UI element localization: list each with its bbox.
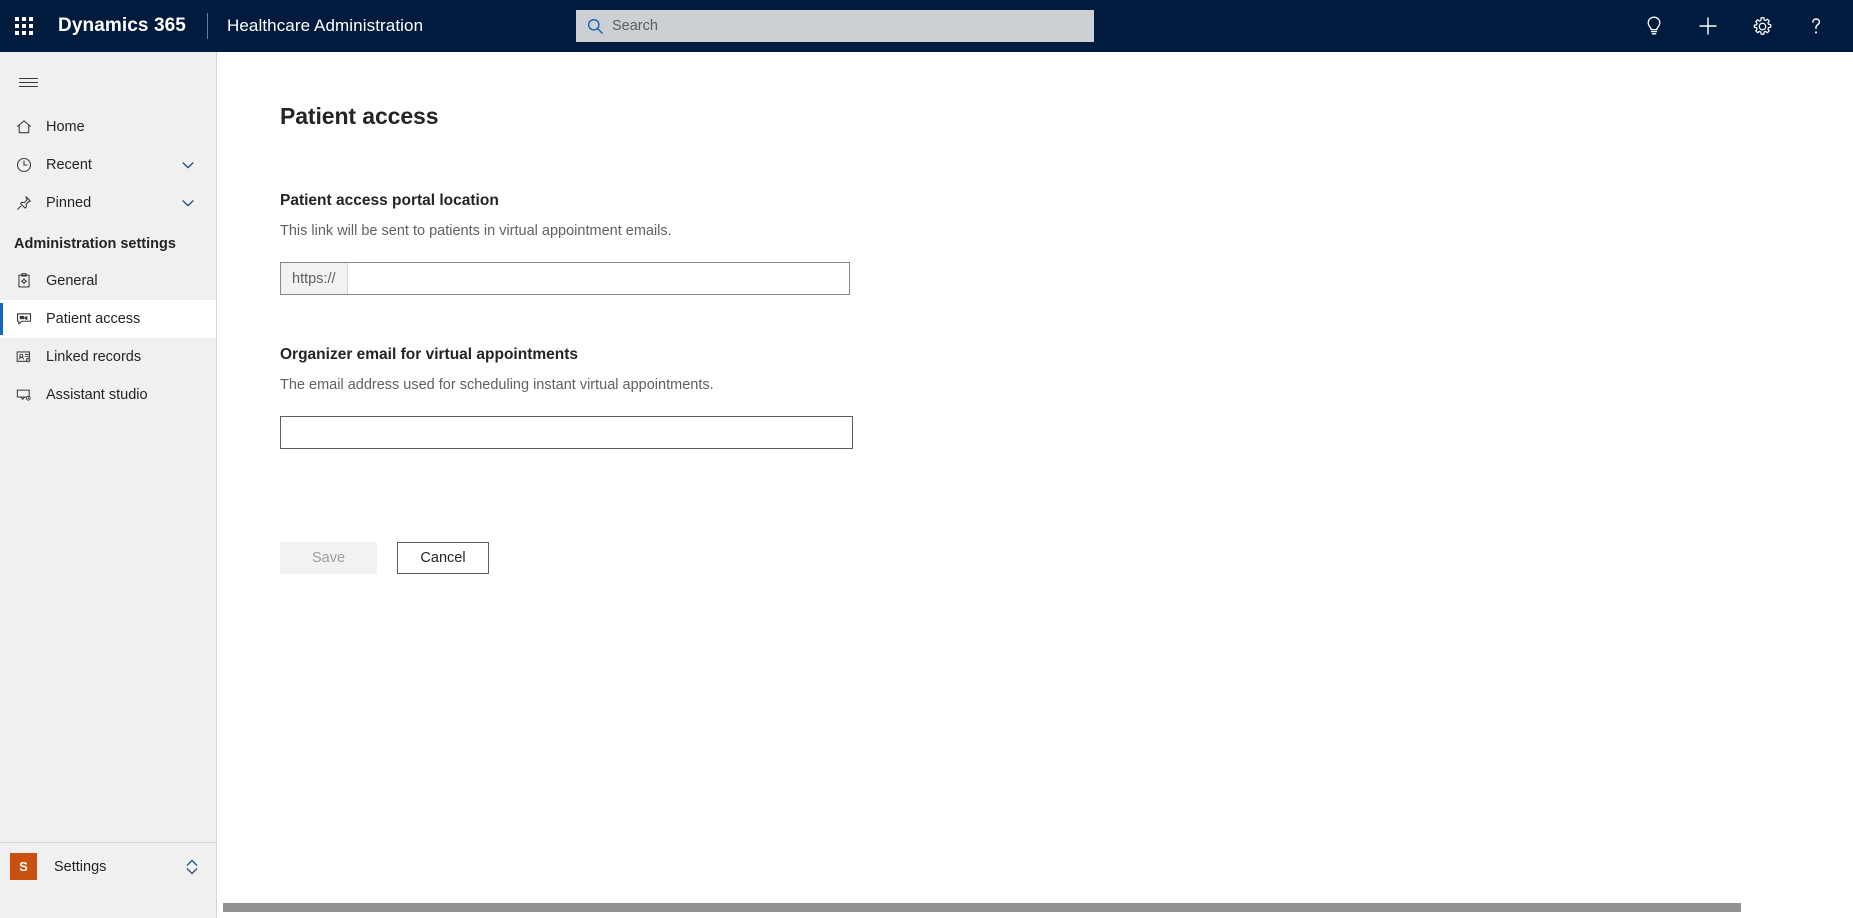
nav-group-title: Administration settings — [14, 236, 176, 252]
sidebar-item-patient-access[interactable]: Patient access — [0, 300, 216, 338]
sidebar-item-label: Linked records — [46, 349, 142, 365]
hamburger-menu-button[interactable] — [4, 60, 52, 104]
lightbulb-icon[interactable] — [1627, 0, 1681, 52]
chevron-down-icon[interactable] — [180, 157, 196, 173]
sidebar-footer-spacer — [0, 890, 217, 918]
chevron-down-icon[interactable] — [180, 195, 196, 211]
nav-primary-list: Home Recent Pinned — [0, 108, 216, 222]
waffle-icon — [15, 17, 33, 35]
home-icon — [14, 117, 34, 137]
plus-icon[interactable] — [1681, 0, 1735, 52]
organizer-email-input[interactable] — [280, 416, 853, 449]
pin-icon — [14, 193, 34, 213]
sidebar-item-general[interactable]: General — [0, 262, 216, 300]
page-title: Patient access — [280, 103, 439, 129]
settings-area-switcher[interactable]: S Settings — [0, 842, 216, 890]
save-button[interactable]: Save — [280, 542, 377, 574]
sidebar-item-label: Pinned — [46, 195, 92, 211]
form-actions: Save Cancel — [280, 542, 1853, 574]
section-patient-access-portal: Patient access portal location This link… — [280, 192, 1853, 295]
gear-icon[interactable] — [1735, 0, 1789, 52]
sidebar-item-home[interactable]: Home — [0, 108, 216, 146]
sidebar-item-label: Patient access — [46, 311, 141, 327]
settings-badge: S — [10, 853, 37, 880]
portal-url-field-group[interactable]: https:// — [280, 262, 850, 295]
section-title: Patient access portal location — [280, 192, 499, 209]
search-box[interactable]: Search — [576, 10, 1094, 42]
horizontal-scrollbar-thumb[interactable] — [223, 903, 1741, 912]
sidebar-item-label: Recent — [46, 157, 92, 173]
sidebar-item-label: Home — [46, 119, 85, 135]
search-icon — [587, 18, 603, 34]
chevron-up-down-icon[interactable] — [184, 857, 200, 877]
sidebar-item-linked-records[interactable]: Linked records — [0, 338, 216, 376]
sidebar-item-assistant-studio[interactable]: Assistant studio — [0, 376, 216, 414]
portal-url-input[interactable] — [347, 263, 849, 294]
clock-icon — [14, 155, 34, 175]
search-input[interactable]: Search — [612, 19, 658, 34]
app-launcher-button[interactable] — [0, 0, 48, 52]
horizontal-scrollbar[interactable] — [217, 897, 1853, 918]
section-description: The email address used for scheduling in… — [280, 377, 714, 393]
header-icon-group — [1627, 0, 1843, 52]
url-scheme-prefix: https:// — [281, 263, 348, 294]
header-divider — [206, 13, 208, 39]
app-name-label: Healthcare Administration — [226, 16, 424, 35]
monitor-gear-icon — [14, 385, 34, 405]
sidebar-item-recent[interactable]: Recent — [0, 146, 216, 184]
settings-label: Settings — [54, 858, 107, 875]
left-navigation: Home Recent Pinned Administration settin… — [0, 52, 217, 918]
sidebar-item-pinned[interactable]: Pinned — [0, 184, 216, 222]
brand-title[interactable]: Dynamics 365 — [58, 15, 186, 37]
video-chat-icon — [14, 309, 34, 329]
app-header: Dynamics 365 Healthcare Administration S… — [0, 0, 1853, 52]
contact-card-gear-icon — [14, 347, 34, 367]
sidebar-item-label: Assistant studio — [46, 387, 148, 403]
nav-admin-list: General Patient access Linked records As… — [0, 262, 216, 414]
section-organizer-email: Organizer email for virtual appointments… — [280, 346, 1853, 449]
section-title: Organizer email for virtual appointments — [280, 346, 579, 363]
clipboard-gear-icon — [14, 271, 34, 291]
main-content: Patient access Patient access portal loc… — [217, 52, 1853, 918]
section-description: This link will be sent to patients in vi… — [280, 223, 672, 239]
question-icon[interactable] — [1789, 0, 1843, 52]
sidebar-item-label: General — [46, 273, 98, 289]
cancel-button[interactable]: Cancel — [397, 542, 489, 574]
hamburger-icon — [18, 77, 38, 87]
